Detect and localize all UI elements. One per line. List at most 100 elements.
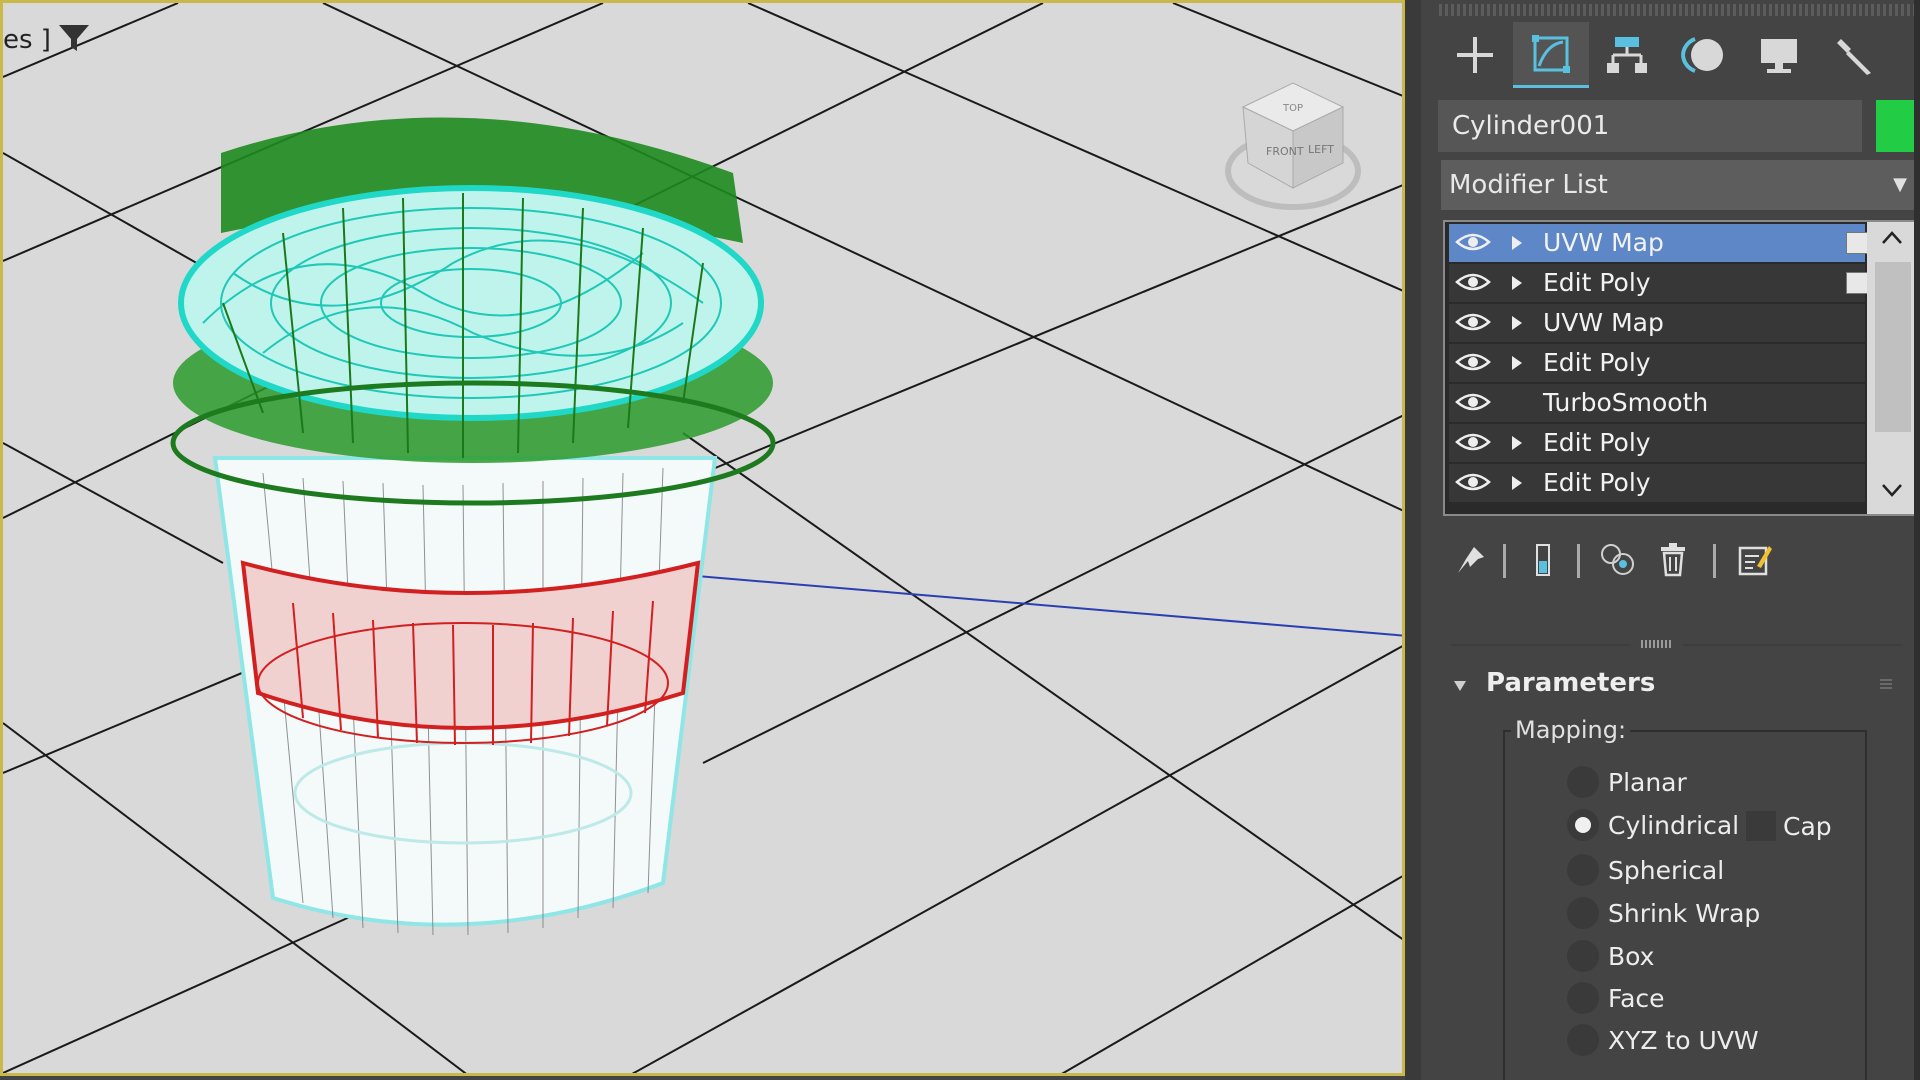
chevron-down-icon: ▼: [1893, 174, 1907, 195]
command-panel: Cylinder001 Modifier List ▼ UVW Map Edit…: [1421, 0, 1920, 1080]
show-end-result-button[interactable]: [1523, 538, 1563, 582]
stack-item[interactable]: UVW Map: [1449, 304, 1865, 344]
create-tab[interactable]: [1437, 22, 1513, 88]
separator-line: [1683, 644, 1903, 646]
stack-item[interactable]: Edit Poly: [1449, 424, 1865, 464]
eye-icon[interactable]: [1455, 390, 1491, 414]
svg-text:LEFT: LEFT: [1308, 143, 1334, 156]
remove-modifier-button[interactable]: [1653, 538, 1693, 582]
display-tab[interactable]: [1741, 22, 1817, 88]
modify-tab[interactable]: [1513, 22, 1589, 88]
radio-label-spherical: Spherical: [1608, 856, 1725, 885]
show-end-result-icon: [1536, 544, 1550, 576]
toolbar-separator: [1503, 544, 1506, 578]
eye-icon[interactable]: [1455, 350, 1491, 374]
command-panel-tabs: [1437, 22, 1920, 88]
stack-scrollbar[interactable]: [1867, 222, 1919, 514]
eye-icon[interactable]: [1455, 310, 1491, 334]
stack-item-label: Edit Poly: [1543, 268, 1651, 297]
radio-label-cylindrical: Cylindrical: [1608, 811, 1740, 840]
radio-cylindrical[interactable]: [1567, 809, 1599, 841]
make-unique-icon: [1601, 544, 1634, 575]
make-unique-button[interactable]: [1599, 538, 1639, 582]
scrollbar-thumb[interactable]: [1875, 262, 1911, 432]
configure-modifier-sets-button[interactable]: [1735, 538, 1775, 582]
rollout-grip-icon[interactable]: [1880, 677, 1892, 689]
perspective-viewport[interactable]: FRONT LEFT TOP es]: [0, 0, 1405, 1076]
modifier-list-label: Modifier List: [1449, 170, 1608, 200]
modifier-list-dropdown[interactable]: Modifier List ▼: [1441, 160, 1920, 210]
stack-toolbar: [1441, 538, 1920, 582]
cap-checkbox[interactable]: [1746, 811, 1776, 841]
display-icon: [1761, 39, 1797, 73]
svg-text:FRONT: FRONT: [1266, 145, 1304, 158]
stack-item[interactable]: Edit Poly: [1449, 264, 1868, 304]
hierarchy-icon: [1607, 37, 1647, 73]
expand-arrow-icon[interactable]: [1509, 354, 1525, 372]
stack-item-label: Edit Poly: [1543, 428, 1651, 457]
expand-arrow-icon[interactable]: [1509, 234, 1525, 252]
configure-modifier-sets-icon: [1738, 546, 1772, 576]
stack-item-label: Edit Poly: [1543, 468, 1651, 497]
radio-planar[interactable]: [1567, 766, 1599, 798]
stack-item-label: Edit Poly: [1543, 348, 1651, 377]
rollout-resize-grip[interactable]: [1641, 640, 1673, 648]
viewcube[interactable]: FRONT LEFT TOP: [1225, 82, 1361, 210]
viewport-label[interactable]: es ]: [3, 25, 51, 55]
radio-label-planar: Planar: [1608, 768, 1687, 797]
stack-item-label: TurboSmooth: [1543, 388, 1709, 417]
utilities-tab[interactable]: [1817, 22, 1893, 88]
radio-xyz-to-uvw[interactable]: [1567, 1024, 1599, 1056]
eye-icon[interactable]: [1455, 430, 1491, 454]
scroll-up-icon[interactable]: [1881, 230, 1903, 246]
cap-checkbox-label: Cap: [1783, 812, 1832, 841]
panel-scrollbar-track[interactable]: [1914, 0, 1920, 1080]
cup-wireframe[interactable]: [170, 117, 776, 936]
stack-item[interactable]: UVW Map: [1449, 224, 1868, 264]
plus-icon: [1457, 37, 1493, 73]
stack-item-label: UVW Map: [1543, 308, 1664, 337]
stack-item-label: UVW Map: [1543, 228, 1664, 257]
radio-face[interactable]: [1567, 982, 1599, 1014]
stack-item[interactable]: Edit Poly: [1449, 344, 1865, 384]
panel-grip[interactable]: [1439, 4, 1919, 16]
radio-box[interactable]: [1567, 940, 1599, 972]
pin-stack-button[interactable]: [1451, 538, 1491, 582]
eye-icon[interactable]: [1455, 230, 1491, 254]
rollout-collapse-icon[interactable]: [1453, 680, 1467, 692]
radio-label-face: Face: [1608, 984, 1665, 1013]
radio-label-box: Box: [1608, 942, 1655, 971]
remove-modifier-icon: [1661, 543, 1685, 577]
radio-shrink-wrap[interactable]: [1567, 897, 1599, 929]
pin-stack-icon: [1458, 547, 1484, 573]
separator-line: [1451, 644, 1631, 646]
scroll-down-icon[interactable]: [1881, 482, 1903, 498]
expand-arrow-icon[interactable]: [1509, 314, 1525, 332]
eye-icon[interactable]: [1455, 270, 1491, 294]
wrench-icon: [1837, 39, 1871, 75]
eye-icon[interactable]: [1455, 470, 1491, 494]
stack-item-toggle-box[interactable]: [1846, 232, 1868, 254]
stack-item-toggle-box[interactable]: [1846, 272, 1868, 294]
expand-arrow-icon[interactable]: [1509, 274, 1525, 292]
mapping-group-label: Mapping:: [1511, 716, 1631, 744]
toolbar-separator: [1577, 544, 1580, 578]
panel-divider[interactable]: [1405, 0, 1421, 1080]
expand-arrow-icon[interactable]: [1509, 474, 1525, 492]
modify-icon: [1532, 34, 1570, 73]
expand-arrow-icon[interactable]: [1509, 434, 1525, 452]
viewport-scene[interactable]: FRONT LEFT TOP: [3, 3, 1405, 1076]
motion-tab[interactable]: [1665, 22, 1741, 88]
stack-item[interactable]: Edit Poly: [1449, 464, 1865, 504]
parameters-rollout-title[interactable]: Parameters: [1486, 668, 1655, 698]
object-name-field[interactable]: Cylinder001: [1438, 100, 1862, 152]
radio-spherical[interactable]: [1567, 854, 1599, 886]
radio-label-shrink-wrap: Shrink Wrap: [1608, 899, 1761, 928]
stack-item[interactable]: TurboSmooth: [1449, 384, 1865, 424]
svg-text:TOP: TOP: [1282, 103, 1303, 114]
hierarchy-tab[interactable]: [1589, 22, 1665, 88]
toolbar-separator: [1713, 544, 1716, 578]
modifier-stack[interactable]: UVW Map Edit Poly UVW Map Edit Poly Turb…: [1443, 220, 1920, 516]
radio-label-xyz-to-uvw: XYZ to UVW: [1608, 1026, 1759, 1055]
motion-icon: [1681, 37, 1723, 73]
